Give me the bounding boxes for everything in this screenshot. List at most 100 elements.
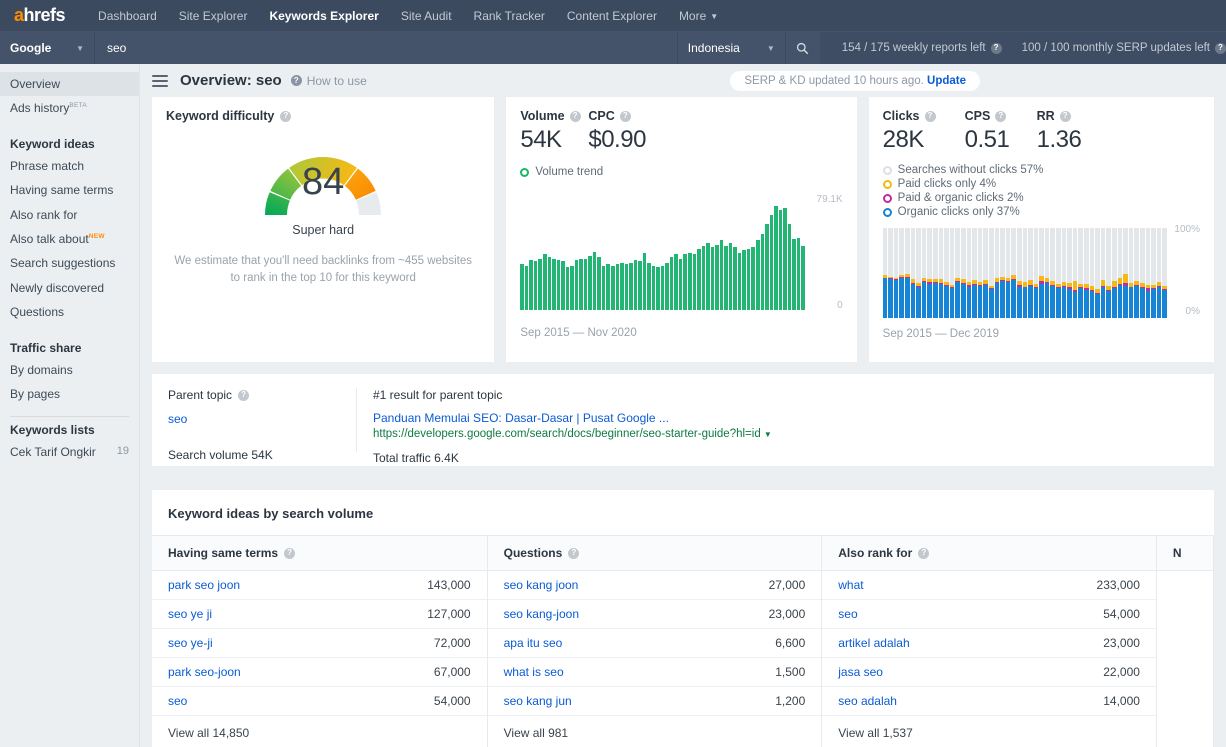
- sidebar-item-phrase-match[interactable]: Phrase match: [0, 154, 139, 178]
- help-icon[interactable]: ?: [290, 75, 302, 86]
- sidebar-item-by-pages[interactable]: By pages: [0, 382, 139, 406]
- top-result-title[interactable]: Panduan Memulai SEO: Dasar-Dasar | Pusat…: [373, 411, 1198, 425]
- sidebar-item-also-rank-for[interactable]: Also rank for: [0, 203, 139, 227]
- clicks-bar-segment: [960, 283, 966, 318]
- sidebar-section-traffic-share: Traffic share: [10, 340, 82, 355]
- legend-item[interactable]: Organic clicks only 37%: [882, 206, 1200, 218]
- clicks-bar-segment: [1095, 293, 1100, 318]
- volume-bar: [697, 248, 701, 310]
- sidebar-item-cek-tarif-ongkir[interactable]: Cek Tarif Ongkir 19: [0, 440, 139, 464]
- nav-link-content-explorer[interactable]: Content Explorer: [556, 9, 668, 23]
- serp-update-link[interactable]: Update: [927, 75, 966, 87]
- help-icon[interactable]: ?: [1059, 110, 1071, 122]
- legend-label: Paid clicks only 4%: [897, 178, 997, 190]
- legend-item[interactable]: Paid & organic clicks 2%: [882, 192, 1200, 204]
- nav-link-rank-tracker[interactable]: Rank Tracker: [463, 9, 556, 23]
- view-all-link[interactable]: View all 14,850: [152, 716, 487, 747]
- help-icon[interactable]: ?: [568, 547, 580, 559]
- sidebar-item-having-same-terms[interactable]: Having same terms: [0, 178, 139, 202]
- legend-item[interactable]: Searches without clicks 57%: [882, 164, 1200, 176]
- clicks-bar-segment: [1033, 288, 1039, 318]
- view-all-link[interactable]: View all 1,537: [822, 716, 1156, 747]
- keyword-link[interactable]: seo adalah: [838, 694, 897, 708]
- nav-link-keywords-explorer[interactable]: Keywords Explorer: [258, 9, 389, 23]
- clicks-bar-segment: [1162, 228, 1167, 286]
- keyword-link[interactable]: what is seo: [504, 665, 564, 679]
- clicks-bar-segment: [1117, 228, 1123, 279]
- sidebar-item-ads-history[interactable]: Ads historyBETA: [0, 96, 139, 120]
- clicks-bar-segment: [955, 282, 960, 318]
- keyword-link[interactable]: park seo joon: [168, 578, 240, 592]
- ahrefs-logo[interactable]: ahrefs: [14, 5, 66, 26]
- keyword-link[interactable]: seo: [838, 607, 857, 621]
- volume-bar: [719, 240, 724, 310]
- view-all-link[interactable]: View all 981: [488, 716, 822, 747]
- nav-link-dashboard[interactable]: Dashboard: [87, 9, 168, 23]
- search-engine-selector[interactable]: Google ▼: [0, 32, 95, 64]
- search-button[interactable]: [785, 32, 820, 64]
- clicks-bar: [994, 228, 1000, 318]
- clicks-bar-segment: [949, 228, 955, 285]
- keyword-link[interactable]: jasa seo: [838, 665, 883, 679]
- volume-bar: [656, 266, 660, 310]
- sidebar-item-overview[interactable]: Overview: [0, 72, 139, 97]
- chevron-down-icon[interactable]: ▼: [764, 430, 772, 439]
- legend-item[interactable]: Paid clicks only 4%: [882, 178, 1200, 190]
- keyword-link[interactable]: seo ye ji: [168, 607, 212, 621]
- keyword-link[interactable]: seo kang joon: [504, 578, 579, 592]
- clicks-bar-segment: [955, 228, 960, 278]
- help-icon[interactable]: ?: [238, 389, 250, 401]
- sidebar-item-also-talk-about[interactable]: Also talk aboutNEW: [0, 227, 139, 251]
- table-row: seo ye-ji 72,000: [152, 629, 487, 658]
- ideas-column-having-same-terms: Having same terms? park seo joon 143,000 se…: [152, 536, 488, 747]
- help-icon[interactable]: ?: [1215, 42, 1226, 54]
- sidebar-item-search-suggestions[interactable]: Search suggestions: [0, 251, 139, 275]
- clicks-bar: [1112, 228, 1117, 318]
- help-icon[interactable]: ?: [284, 547, 296, 559]
- volume-bar: [629, 262, 633, 310]
- parent-topic-keyword[interactable]: seo: [168, 412, 340, 426]
- how-to-use-link[interactable]: How to use: [307, 74, 367, 88]
- keyword-link[interactable]: what: [838, 578, 863, 592]
- metric-cps: CPS? 0.51: [965, 109, 1037, 154]
- help-icon[interactable]: ?: [619, 110, 631, 122]
- keyword-link[interactable]: seo kang-joon: [504, 607, 579, 621]
- clicks-bar: [938, 228, 944, 318]
- sidebar-item-questions[interactable]: Questions: [0, 300, 139, 324]
- clicks-bar-segment: [988, 289, 994, 318]
- keyword-link[interactable]: artikel adalah: [838, 636, 909, 650]
- menu-toggle-icon[interactable]: [152, 72, 168, 90]
- chevron-down-icon: ▼: [710, 11, 719, 21]
- sidebar-item-newly-discovered[interactable]: Newly discovered: [0, 276, 139, 300]
- sidebar-item-count: 19: [116, 445, 129, 458]
- keyword-link[interactable]: park seo-joon: [168, 665, 241, 679]
- keyword-link[interactable]: seo kang jun: [504, 694, 572, 708]
- help-icon[interactable]: ?: [924, 110, 936, 122]
- clicks-bar-segment: [899, 228, 905, 275]
- keyword-link[interactable]: apa itu seo: [504, 636, 563, 650]
- sidebar-item-label: Having same terms: [10, 183, 114, 198]
- table-row: artikel adalah 23,000: [822, 629, 1156, 658]
- nav-link-site-audit[interactable]: Site Audit: [390, 9, 463, 23]
- keyword-link[interactable]: seo: [168, 694, 187, 708]
- country-selector[interactable]: Indonesia ▼: [677, 32, 786, 64]
- nav-link-more[interactable]: More ▼: [668, 9, 729, 23]
- sidebar-item-by-domains[interactable]: By domains: [0, 358, 139, 382]
- volume-trend-legend[interactable]: Volume trend: [520, 166, 842, 178]
- volume-bar: [792, 239, 796, 310]
- clicks-bar: [988, 228, 994, 318]
- nav-link-site-explorer[interactable]: Site Explorer: [168, 9, 259, 23]
- top-result-url[interactable]: https://developers.google.com/search/doc…: [373, 428, 1198, 440]
- help-icon[interactable]: ?: [280, 110, 292, 122]
- clicks-bar-segment: [1117, 284, 1123, 318]
- clicks-bar-segment: [1134, 228, 1139, 282]
- clicks-bar: [1028, 228, 1033, 318]
- keyword-input[interactable]: [95, 32, 678, 64]
- help-icon[interactable]: ?: [918, 547, 930, 559]
- keyword-link[interactable]: seo ye-ji: [168, 636, 213, 650]
- clicks-bar-segment: [1056, 288, 1061, 318]
- help-icon[interactable]: ?: [569, 110, 581, 122]
- help-icon[interactable]: ?: [990, 42, 1002, 54]
- help-icon[interactable]: ?: [995, 110, 1007, 122]
- sidebar-item-label: Overview: [10, 77, 61, 91]
